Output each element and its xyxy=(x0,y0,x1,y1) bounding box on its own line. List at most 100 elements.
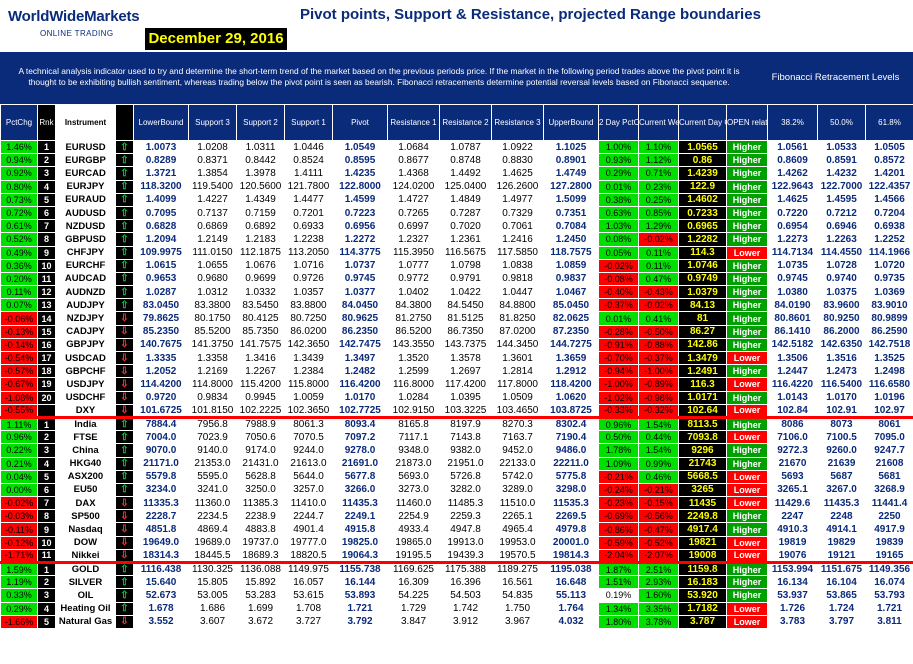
fib-618-cell: 1.2252 xyxy=(865,232,913,247)
fib-382-cell: 53.937 xyxy=(767,588,818,603)
arrow-up-icon: ⇧ xyxy=(115,456,134,471)
rank-cell: 1 xyxy=(37,139,56,155)
day-open-cell: 19008 xyxy=(678,548,727,565)
fib-618-cell: 53.793 xyxy=(865,588,913,603)
support3-cell: 19689.0 xyxy=(188,535,237,550)
fib-382-cell: 0.6954 xyxy=(767,219,818,234)
open-vs-pivot-cell: Higher xyxy=(726,522,768,537)
support3-cell: 1.3854 xyxy=(188,166,237,181)
resistance1-cell: 19195.5 xyxy=(387,548,440,565)
pivot-cell: 8093.4 xyxy=(332,416,388,432)
pivot-cell: 122.8000 xyxy=(332,179,388,194)
support3-cell: 7956.8 xyxy=(188,416,237,432)
open-vs-pivot-cell: Higher xyxy=(726,443,768,458)
open-vs-pivot-cell: Lower xyxy=(726,377,768,392)
support2-cell: 115.4200 xyxy=(236,377,285,392)
pivot-cell: 0.6956 xyxy=(332,219,388,234)
pivot-cell: 4915.8 xyxy=(332,522,388,537)
fib-500-cell: 16.104 xyxy=(817,575,866,590)
fib-618-cell: 1.0505 xyxy=(865,139,913,155)
table-header-row: PctChg Rnk Instrument LowerBound Support… xyxy=(0,104,913,141)
instrument-cell: SP500 xyxy=(55,509,116,524)
fibonacci-header: Fibonacci Retracement Levels xyxy=(758,52,913,104)
open-vs-pivot-cell: Lower xyxy=(726,548,768,565)
lowerbound-cell: 2228.7 xyxy=(133,509,189,524)
pivot-cell: 86.2350 xyxy=(332,324,388,339)
instrument-cell: EURCHF xyxy=(55,258,116,273)
week-change-cell: 0.41% xyxy=(638,311,679,326)
col-pivot: Pivot xyxy=(332,104,388,141)
week-change-cell: -0.02% xyxy=(638,232,679,247)
resistance3-cell: 54.835 xyxy=(491,588,544,603)
support1-cell: 3257.0 xyxy=(284,482,333,498)
upperbound-cell: 1.2450 xyxy=(543,232,599,247)
resistance1-cell: 11460.0 xyxy=(387,496,440,511)
week-change-cell: -0.52% xyxy=(638,535,679,550)
support3-cell: 114.8000 xyxy=(188,377,237,392)
pivot-cell: 16.144 xyxy=(332,575,388,590)
fib-618-cell: 0.7204 xyxy=(865,205,913,221)
day-open-cell: 1.0379 xyxy=(678,285,727,300)
fib-618-cell: 1.4566 xyxy=(865,192,913,207)
pivot-cell: 114.3775 xyxy=(332,245,388,260)
arrow-up-icon: ⇧ xyxy=(115,205,134,221)
arrow-down-icon: ⇩ xyxy=(115,337,134,353)
fib-618-cell: 0.8572 xyxy=(865,153,913,168)
pct-change-cell: 0.04% xyxy=(0,469,38,484)
resistance3-cell: 2265.1 xyxy=(491,509,544,524)
two-day-change-cell: -1.00% xyxy=(598,377,639,392)
week-change-cell: 0.99% xyxy=(638,456,679,471)
fib-500-cell: 8073 xyxy=(817,416,866,432)
table-row: 1.59% 1 GOLD ⇧ 1116.438 1130.325 1136.088 1149.… xyxy=(0,561,913,577)
pivot-cell: 1.2482 xyxy=(332,364,388,379)
resistance3-cell: 16.561 xyxy=(491,575,544,590)
resistance1-cell: 143.3550 xyxy=(387,337,440,353)
lowerbound-cell: 21171.0 xyxy=(133,456,189,471)
rank-cell: 10 xyxy=(37,535,56,550)
instrument-cell: EURUSD xyxy=(55,139,116,155)
pivot-cell: 3.792 xyxy=(332,614,388,629)
upperbound-cell: 7190.4 xyxy=(543,430,599,445)
support2-cell: 0.8442 xyxy=(236,153,285,168)
resistance3-cell: 1.0447 xyxy=(491,285,544,300)
week-change-cell: 1.10% xyxy=(638,139,679,155)
col-open-vs-pivot: OPEN relative to PIVOT xyxy=(726,104,768,141)
upperbound-cell: 0.8901 xyxy=(543,153,599,168)
rank-cell: 7 xyxy=(37,496,56,511)
fib-382-cell: 122.9643 xyxy=(767,179,818,194)
col-pctchg: PctChg xyxy=(0,104,38,141)
week-change-cell: 0.47% xyxy=(638,271,679,287)
week-change-cell: -0.50% xyxy=(638,324,679,339)
support1-cell: 0.6933 xyxy=(284,219,333,234)
week-change-cell: 0.23% xyxy=(638,179,679,194)
fib-618-cell: 1.0369 xyxy=(865,285,913,300)
support2-cell: 7988.9 xyxy=(236,416,285,432)
support1-cell: 1.0446 xyxy=(284,139,333,155)
pct-change-cell: 0.49% xyxy=(0,245,38,260)
support1-cell: 7070.5 xyxy=(284,430,333,445)
instrument-cell: DAX xyxy=(55,496,116,511)
arrow-down-icon: ⇩ xyxy=(115,614,134,629)
resistance3-cell: 117.8000 xyxy=(491,377,544,392)
col-resistance2: Resistance 2 xyxy=(439,104,492,141)
rank-cell: 7 xyxy=(37,219,56,234)
resistance1-cell: 1.0284 xyxy=(387,390,440,405)
resistance3-cell: 1.0838 xyxy=(491,258,544,273)
support1-cell: 0.8524 xyxy=(284,153,333,168)
rank-cell: 2 xyxy=(37,575,56,590)
page-title: Pivot points, Support & Resistance, proj… xyxy=(300,6,761,23)
week-change-cell: -0.37% xyxy=(638,350,679,366)
support1-cell: 83.8800 xyxy=(284,298,333,313)
fib-382-cell: 142.5182 xyxy=(767,337,818,353)
fib-500-cell: 0.9740 xyxy=(817,271,866,287)
two-day-change-cell: 0.93% xyxy=(598,153,639,168)
arrow-down-icon: ⇩ xyxy=(115,403,134,419)
pivot-cell: 5677.8 xyxy=(332,469,388,484)
support2-cell: 1.4349 xyxy=(236,192,285,207)
open-vs-pivot-cell: Higher xyxy=(726,139,768,155)
instrument-cell: USDCHF xyxy=(55,390,116,405)
lowerbound-cell: 0.9653 xyxy=(133,271,189,287)
support2-cell: 102.2225 xyxy=(236,403,285,419)
support1-cell: 9244.0 xyxy=(284,443,333,458)
table-row: -0.57% 18 GBPCHF ⇩ 1.2052 1.2169 1.2267 1.2384 1… xyxy=(0,364,913,379)
